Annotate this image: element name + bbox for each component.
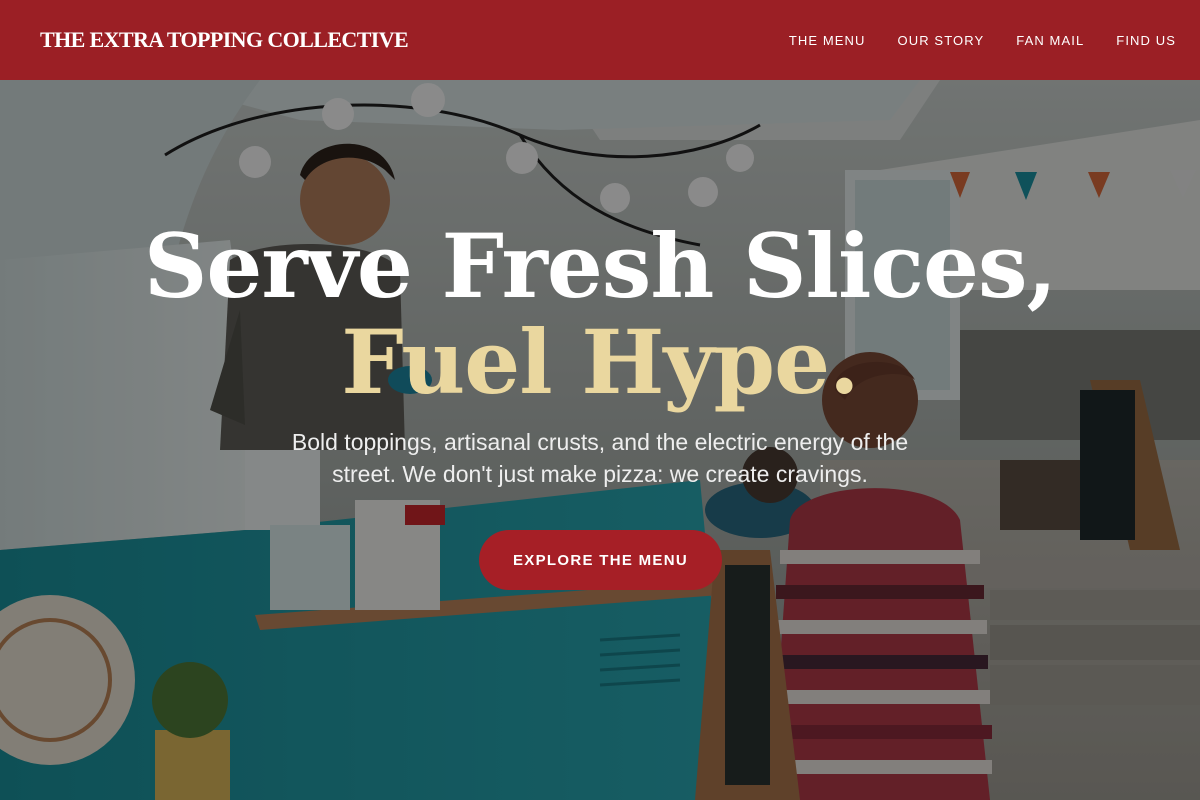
hero-subtitle: Bold toppings, artisanal crusts, and the…: [291, 429, 909, 487]
nav-link-our-story[interactable]: OUR STORY: [898, 33, 985, 48]
explore-menu-button[interactable]: EXPLORE THE MENU: [479, 530, 722, 590]
hero-headline-line1: Serve Fresh Slices,: [143, 214, 1057, 318]
site-header: THE EXTRA TOPPING COLLECTIVE THE MENU OU…: [0, 0, 1200, 80]
nav-link-fan-mail[interactable]: FAN MAIL: [1016, 33, 1084, 48]
brand-logo[interactable]: THE EXTRA TOPPING COLLECTIVE: [40, 27, 409, 53]
hero-headline-line2: Fuel Hype.: [341, 310, 859, 414]
nav-link-the-menu[interactable]: THE MENU: [789, 33, 866, 48]
nav-link-find-us[interactable]: FIND US: [1116, 33, 1176, 48]
hero-content: Serve Fresh Slices, Fuel Hype. Bold topp…: [0, 80, 1200, 800]
main-nav: THE MENU OUR STORY FAN MAIL FIND US: [789, 33, 1176, 48]
